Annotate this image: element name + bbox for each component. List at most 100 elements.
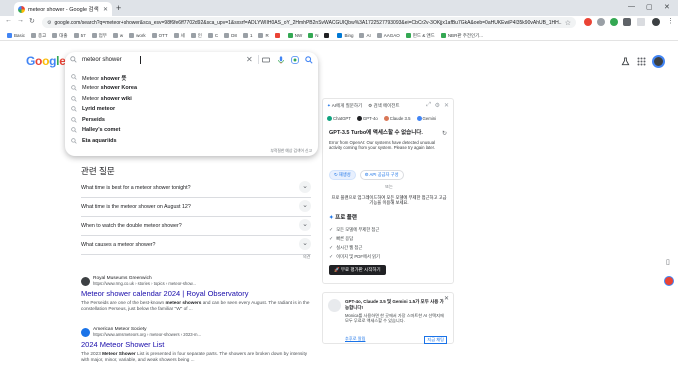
result-breadcrumb[interactable]: https://www.amsmeteors.org › meteor-show… [93,332,201,337]
chevron-down-icon[interactable]: ⌄ [299,238,311,250]
settings-icon[interactable]: ⚙ [435,102,440,109]
suggestion-item[interactable]: Halley's comet [65,125,318,135]
address-bar[interactable]: ⚙ google.com/search?q=meteor+shower&sca_… [42,17,576,28]
bookmark-label: OTT [158,33,168,38]
close-window-icon[interactable]: ✕ [664,3,670,11]
labs-flask-icon[interactable] [621,57,630,66]
monica-sidebar-icon[interactable] [664,276,674,286]
bookmark-item[interactable]: 인 [188,33,205,39]
bookmark-item[interactable]: AAGAO [374,33,403,38]
chevron-down-icon[interactable]: ⌄ [299,219,311,231]
chevron-down-icon[interactable]: ⌄ [299,181,311,193]
bookmark-favicon-icon [224,33,230,38]
ai-search-agent-tab[interactable]: ⚙ 검색 에이전트 [368,103,399,109]
keyboard-icon[interactable] [262,56,270,64]
remind-later-link[interactable]: 추후로 알림 [345,336,365,342]
bookmark-item[interactable]: OTT [149,33,171,38]
bookmark-item[interactable] [321,33,334,38]
account-avatar[interactable] [652,55,665,68]
claude-icon [383,116,389,122]
suggestion-item[interactable]: Eta aquariids [65,136,318,146]
voice-search-icon[interactable] [277,56,285,64]
maximize-icon[interactable]: ▢ [646,3,653,11]
search-box[interactable]: meteor shower ✕ [65,52,318,68]
bookmark-item[interactable]: NBR판 주전인기... [438,33,486,39]
paa-question-2[interactable]: What time is the meteor shower on August… [81,198,311,217]
bookmark-star-icon[interactable]: ☆ [565,19,571,27]
feedback-link[interactable]: 의견 [303,254,310,260]
reload-icon[interactable]: ↻ [29,17,35,25]
model-chatgpt[interactable]: ChatGPT [327,116,351,122]
bookmark-item[interactable]: NW [285,33,306,38]
suggestion-item[interactable]: Meteor shower wiki [65,94,318,104]
paa-question-3[interactable]: When to watch the double meteor shower? … [81,217,311,236]
report-suggestions-link[interactable]: 부적절한 예상 검색어 신고 [270,149,312,154]
expand-icon[interactable]: ⤢ [426,102,431,109]
search-submit-icon[interactable] [305,56,313,64]
browser-menu-icon[interactable]: ⋮ [667,17,674,25]
regenerate-button[interactable]: ↻ 재생성 [329,170,356,180]
lens-search-icon[interactable] [291,56,299,64]
apps-grid-icon[interactable] [637,57,646,66]
model-gpt4o[interactable]: GPT-4o [356,116,378,122]
new-tab-icon[interactable]: + [116,3,121,13]
start-trial-label: 무료 평가판 시작하기 [340,267,381,272]
bookmark-item[interactable]: 업무 [89,33,110,39]
clear-search-icon[interactable]: ✕ [246,55,253,64]
ai-ask-tab[interactable]: ✦ AI에게 질문하기 [327,103,362,109]
extension-icon-3[interactable] [610,18,618,26]
paa-question-1[interactable]: What time is best for a meteor shower to… [81,179,311,198]
bookmark-item[interactable] [272,33,285,38]
result-breadcrumb[interactable]: https://www.rmg.co.uk › stories › topics… [93,281,196,286]
suggestion-item[interactable]: Perseids [65,115,318,125]
profile-avatar-icon[interactable] [652,18,660,26]
reading-list-icon[interactable]: ▯ [666,258,674,266]
close-tab-icon[interactable]: ✕ [103,6,108,13]
bookmark-label: work [136,33,146,38]
bookmark-item[interactable]: 종고 [28,33,49,39]
bookmark-item[interactable]: D8 [221,33,240,38]
close-panel-icon[interactable]: ✕ [444,102,449,109]
back-icon[interactable]: ← [5,17,12,24]
api-provider-button[interactable]: ⚙ API 공급자 구성 [359,170,404,180]
forward-icon[interactable]: → [17,17,24,24]
suggestion-item[interactable]: Lyrid meteor [65,104,318,114]
model-label: Claude 3.5 [389,116,411,121]
bookmark-item[interactable]: Basic [4,33,28,38]
google-logo[interactable]: Google [26,54,66,68]
site-info-icon[interactable]: ⚙ [47,20,51,26]
bookmark-item[interactable]: 대출 [49,33,70,39]
search-input[interactable]: meteor shower [82,57,122,63]
bookmark-item[interactable]: 57 [71,33,89,38]
bookmark-item[interactable]: work [126,33,149,38]
extension-icon-1[interactable] [584,18,592,26]
suggestion-item[interactable]: Meteor shower Korea [65,83,318,93]
model-claude[interactable]: Claude 3.5 [383,116,411,122]
paa-question-4[interactable]: What causes a meteor shower? ⌄ [81,236,311,255]
result-title-link[interactable]: 2024 Meteor Shower List [81,340,311,349]
refresh-icon[interactable]: ↻ [442,130,447,137]
bookmark-item[interactable]: Bing [334,33,356,38]
result-title-link[interactable]: Meteor shower calendar 2024 | Royal Obse… [81,289,311,298]
bookmark-item[interactable]: N [305,33,321,38]
bookmark-item[interactable]: 1 [240,33,256,38]
suggestion-completion: shower wiki [99,96,132,102]
bookmark-item[interactable]: R [255,33,271,38]
chevron-down-icon[interactable]: ⌄ [299,200,311,212]
search-result-1: Royal Museums Greenwich https://www.rmg.… [81,276,311,312]
bookmark-label: R [265,33,269,38]
bookmark-item[interactable]: 세 [171,33,188,39]
browser-tab-active[interactable]: meteor shower - Google 검색 ✕ [14,2,112,16]
suggestion-item[interactable]: Meteor shower 뜻 [65,72,318,82]
extensions-puzzle-icon[interactable] [623,18,631,26]
minimize-icon[interactable]: — [628,3,635,10]
bookmark-item[interactable]: 펀드 & 앤드 [403,33,438,39]
bookmark-item[interactable]: AI [356,33,373,38]
extension-icon-2[interactable] [597,18,605,26]
chat-now-button[interactable]: 지금 채팅 [424,336,447,344]
start-trial-button[interactable]: 🚀 무료 평가판 시작하기 [329,265,386,275]
bookmark-item[interactable]: w [110,33,126,38]
bookmark-item[interactable]: C [205,33,221,38]
model-gemini[interactable]: Gemini [416,116,436,122]
side-panel-icon[interactable] [637,18,645,26]
